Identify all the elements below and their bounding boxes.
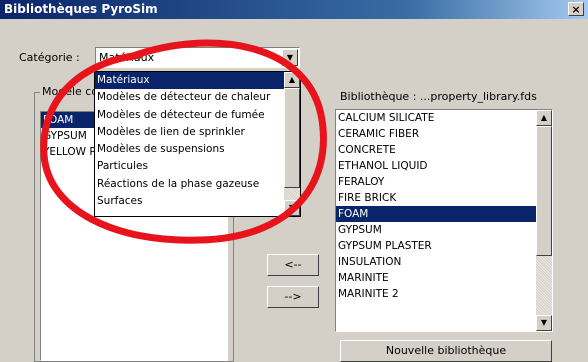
scroll-up-icon: ▲ [540,113,548,122]
category-option[interactable]: Modèles de lien de sprinkler [95,124,300,141]
library-list-item[interactable]: FIRE BRICK [336,190,552,206]
category-label: Catégorie : [19,51,80,64]
scroll-down-icon: ▼ [540,318,548,327]
category-dropdown-button[interactable]: ▼ [282,49,298,66]
category-option[interactable]: Modèles de suspensions [95,141,300,158]
library-scrollbar[interactable]: ▲ ▼ [536,110,552,331]
scroll-down-button[interactable]: ▼ [536,315,552,331]
move-to-model-button[interactable]: <-- [267,254,319,276]
dropdown-scroll-thumb[interactable] [284,88,300,188]
library-list-item[interactable]: CALCIUM SILICATE [336,110,552,126]
category-combobox[interactable]: Matériaux ▼ [95,47,300,68]
scroll-down-icon: ▼ [288,203,296,212]
category-option[interactable]: Surfaces [95,193,300,210]
move-to-library-button[interactable]: --> [267,286,319,308]
category-option[interactable]: Modèles de détecteur de chaleur [95,89,300,106]
dropdown-scroll-down-button[interactable]: ▼ [284,200,300,216]
close-button[interactable]: × [568,2,584,16]
library-list[interactable]: CALCIUM SILICATE CERAMIC FIBER CONCRETE ETH… [335,109,553,332]
category-option[interactable]: Réactions de la phase gazeuse [95,176,300,193]
new-library-label: Nouvelle bibliothèque [385,344,507,357]
move-left-label: <-- [284,258,302,271]
library-list-item[interactable]: CONCRETE [336,142,552,158]
category-option[interactable]: Modèles de détecteur de fumée [95,107,300,124]
window-titlebar[interactable]: Bibliothèques PyroSim × [0,0,588,19]
library-list-item[interactable]: MARINITE 2 [336,286,552,302]
category-combobox-value: Matériaux [99,51,155,64]
library-list-item[interactable]: FOAM [336,206,552,222]
library-list-item[interactable]: MARINITE [336,270,552,286]
library-list-item[interactable]: ETHANOL LIQUID [336,158,552,174]
library-list-item[interactable]: CERAMIC FIBER [336,126,552,142]
scroll-up-icon: ▲ [288,75,296,84]
dropdown-scroll-up-button[interactable]: ▲ [284,72,300,88]
category-option[interactable]: Matériaux [95,72,300,90]
library-label: Bibliothèque : ...property_library.fds [340,90,537,103]
library-list-item[interactable]: FERALOY [336,174,552,190]
category-dropdown-list[interactable]: Matériaux Modèles de détecteur de chaleur… [94,71,301,217]
category-option[interactable]: Particules [95,158,300,175]
new-library-button[interactable]: Nouvelle bibliothèque [340,340,552,362]
chevron-down-icon: ▼ [286,53,294,62]
library-list-item[interactable]: GYPSUM [336,222,552,238]
move-right-label: --> [284,290,302,303]
scroll-up-button[interactable]: ▲ [536,110,552,126]
library-list-item[interactable]: GYPSUM PLASTER [336,238,552,254]
close-icon: × [571,3,581,16]
library-list-item[interactable]: INSULATION [336,254,552,270]
window-title: Bibliothèques PyroSim [4,2,158,16]
dropdown-scrollbar[interactable]: ▲ ▼ [284,72,300,216]
library-scroll-thumb[interactable] [536,126,552,256]
